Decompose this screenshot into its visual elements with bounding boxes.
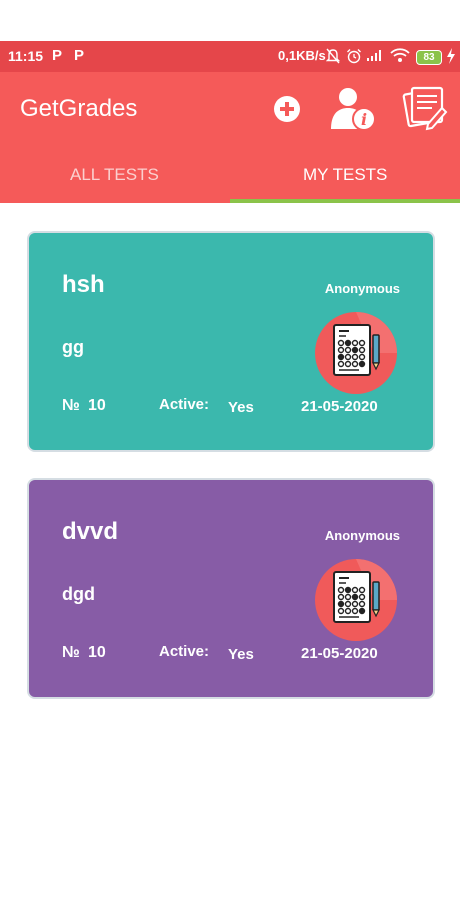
- tab-all-tests[interactable]: ALL TESTS: [70, 165, 159, 185]
- test-name: hsh: [62, 271, 105, 298]
- alarm-icon: [347, 49, 361, 64]
- charging-icon: [447, 48, 455, 64]
- add-test-button[interactable]: [274, 96, 300, 122]
- test-number-label: №: [62, 397, 80, 414]
- p-notification-icon: P: [52, 47, 63, 64]
- test-date: 21-05-2020: [301, 645, 378, 662]
- profile-info-button[interactable]: i: [330, 87, 376, 131]
- test-number: 10: [88, 397, 106, 414]
- mute-icon: [326, 48, 340, 64]
- p-notification-icon: P: [74, 47, 85, 64]
- test-date: 21-05-2020: [301, 398, 378, 415]
- active-value: Yes: [228, 399, 254, 416]
- test-card[interactable]: dvvd Anonymous dgd № 10 Active: Yes 21-0…: [27, 478, 435, 699]
- wifi-icon: [390, 48, 410, 62]
- status-bar: 11:15 P P 0,1KB/s 83: [0, 41, 460, 72]
- signal-icon: [367, 50, 381, 61]
- app-title: GetGrades: [20, 95, 138, 122]
- test-number: 10: [88, 644, 106, 661]
- test-visibility: Anonymous: [324, 281, 400, 296]
- battery-icon: 83: [416, 50, 442, 65]
- tab-indicator: [230, 199, 460, 203]
- active-label: Active:: [159, 643, 210, 660]
- active-label: Active:: [159, 396, 210, 413]
- test-subject: gg: [62, 337, 84, 357]
- answer-sheet-icon: [315, 312, 397, 394]
- top-blank-area: [0, 0, 460, 41]
- active-value: Yes: [228, 646, 254, 663]
- test-name: dvvd: [62, 518, 119, 545]
- test-sheet-button[interactable]: [402, 86, 448, 132]
- network-speed: 0,1KB/s: [278, 48, 326, 63]
- test-visibility: Anonymous: [324, 528, 400, 543]
- tab-my-tests[interactable]: MY TESTS: [303, 165, 387, 185]
- test-number-label: №: [62, 644, 80, 661]
- answer-sheet-icon: [315, 559, 397, 641]
- test-card[interactable]: hsh Anonymous gg № 10 Active: Yes 21-05-…: [27, 231, 435, 452]
- svg-text:i: i: [361, 110, 367, 129]
- test-subject: dgd: [62, 584, 95, 604]
- app-bar: GetGrades i ALL TESTS MY TESTS: [0, 72, 460, 203]
- status-time: 11:15: [8, 48, 44, 64]
